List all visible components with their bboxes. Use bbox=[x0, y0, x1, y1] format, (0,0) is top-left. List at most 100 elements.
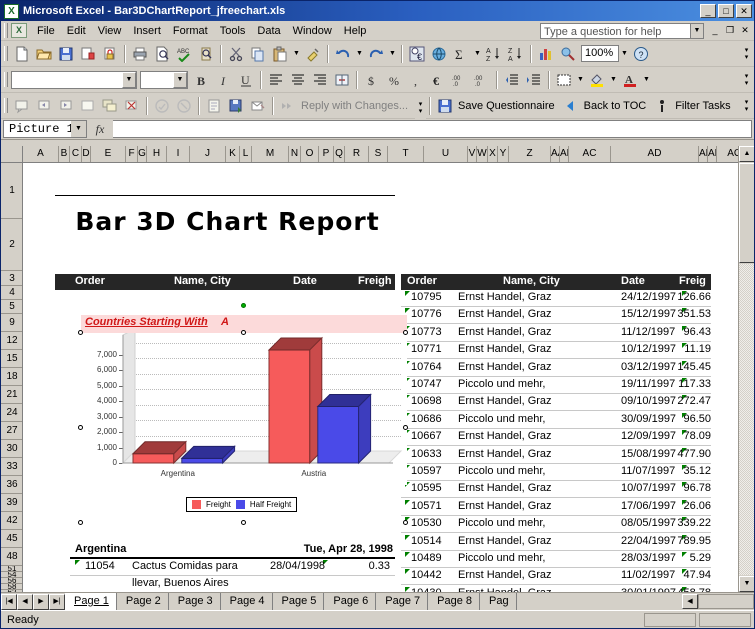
sheet-tab-page-6[interactable]: Page 6 bbox=[324, 593, 377, 610]
reply-with-changes-label[interactable]: Reply with Changes... bbox=[299, 95, 413, 117]
increase-decimal-icon[interactable]: .00.0 bbox=[449, 69, 471, 91]
toolbar-overflow-button[interactable]: ▾ ▾ bbox=[741, 43, 752, 65]
column-header-l[interactable]: L bbox=[240, 146, 252, 162]
accept-change-icon[interactable] bbox=[151, 95, 173, 117]
menu-edit[interactable]: Edit bbox=[61, 23, 92, 39]
toolbar-grip[interactable] bbox=[4, 72, 8, 87]
column-header-r[interactable]: R bbox=[345, 146, 369, 162]
fill-color-chevron-icon[interactable]: ▼ bbox=[608, 69, 619, 91]
font-name-combo[interactable]: ▼ bbox=[11, 70, 137, 89]
menu-help[interactable]: Help bbox=[338, 23, 373, 39]
first-sheet-button[interactable]: |◀ bbox=[1, 593, 17, 610]
paste-options-chevron-icon[interactable]: ▼ bbox=[291, 43, 302, 65]
horizontal-scrollbar[interactable]: ◀ bbox=[682, 594, 754, 609]
menu-view[interactable]: View bbox=[92, 23, 128, 39]
menu-insert[interactable]: Insert bbox=[127, 23, 167, 39]
vertical-scroll-track[interactable] bbox=[739, 264, 754, 575]
currency-icon[interactable]: $ bbox=[361, 69, 383, 91]
row-header-4[interactable]: 4 bbox=[1, 286, 22, 300]
euro-icon[interactable]: € bbox=[427, 69, 449, 91]
row-header-1[interactable]: 1 bbox=[1, 163, 22, 219]
redo-chevron-icon[interactable]: ▼ bbox=[387, 43, 398, 65]
table-row[interactable]: 10776 Ernst Handel, Graz 15/12/1997 351.53 bbox=[401, 307, 711, 325]
row-header-36[interactable]: 36 bbox=[1, 476, 22, 494]
redo-icon[interactable] bbox=[365, 43, 387, 65]
sort-ascending-icon[interactable]: AZ bbox=[483, 43, 505, 65]
sheet-tab-pag[interactable]: Pag bbox=[480, 593, 517, 610]
column-header-ad[interactable]: AD bbox=[611, 146, 699, 162]
previous-comment-icon[interactable] bbox=[33, 95, 55, 117]
column-header-g[interactable]: G bbox=[138, 146, 147, 162]
error-indicator-icon[interactable] bbox=[75, 560, 80, 565]
table-row[interactable]: 10747 Piccolo und mehr, 19/11/1997 117.33 bbox=[401, 377, 711, 394]
decrease-decimal-icon[interactable]: .00.0 bbox=[471, 69, 493, 91]
table-row[interactable]: 10442 Ernst Handel, Graz 11/02/1997 47.94 bbox=[401, 568, 711, 586]
mdi-close-button[interactable]: ✕ bbox=[738, 24, 752, 38]
column-header-x[interactable]: X bbox=[488, 146, 498, 162]
align-left-icon[interactable] bbox=[265, 69, 287, 91]
column-header-j[interactable]: J bbox=[190, 146, 226, 162]
permission-icon[interactable] bbox=[99, 43, 121, 65]
column-header-aa[interactable]: AA bbox=[551, 146, 560, 162]
filter-tasks-icon[interactable] bbox=[651, 95, 673, 117]
column-header-v[interactable]: V bbox=[468, 146, 477, 162]
underline-icon[interactable]: U bbox=[235, 69, 257, 91]
table-row[interactable]: 10698 Ernst Handel, Graz 09/10/1997 272.47 bbox=[401, 394, 711, 412]
ask-a-question-input[interactable]: Type a question for help bbox=[540, 22, 690, 39]
percent-icon[interactable]: % bbox=[383, 69, 405, 91]
cut-icon[interactable] bbox=[225, 43, 247, 65]
resize-handle-s[interactable] bbox=[241, 520, 246, 525]
back-to-toc-label[interactable]: Back to TOC bbox=[582, 95, 652, 117]
chevron-down-icon[interactable]: ▼ bbox=[173, 71, 187, 88]
scroll-up-button[interactable]: ▲ bbox=[739, 146, 754, 162]
save-questionnaire-icon[interactable] bbox=[434, 95, 456, 117]
menu-tools[interactable]: Tools bbox=[214, 23, 252, 39]
drawing-icon[interactable] bbox=[557, 43, 579, 65]
error-indicator-icon[interactable] bbox=[405, 569, 410, 575]
custom-toolbar-overflow-button[interactable]: ▾ ▾ bbox=[741, 95, 752, 117]
column-header-t[interactable]: T bbox=[388, 146, 424, 162]
sheet-tab-page-2[interactable]: Page 2 bbox=[116, 593, 169, 610]
font-color-icon[interactable]: A bbox=[619, 69, 641, 91]
mdi-restore-button[interactable]: ❐ bbox=[723, 24, 737, 38]
toolbar-overflow-button[interactable]: ▾ ▾ bbox=[741, 69, 752, 91]
decrease-indent-icon[interactable] bbox=[501, 69, 523, 91]
new-icon[interactable] bbox=[11, 43, 33, 65]
undo-icon[interactable] bbox=[332, 43, 354, 65]
resize-handle-w[interactable] bbox=[78, 425, 83, 430]
font-size-combo[interactable]: ▼ bbox=[140, 70, 188, 89]
row-header-15[interactable]: 15 bbox=[1, 350, 22, 368]
borders-icon[interactable] bbox=[553, 69, 575, 91]
column-header-o[interactable]: O bbox=[301, 146, 319, 162]
help-icon[interactable]: ? bbox=[630, 43, 652, 65]
next-sheet-button[interactable]: ▶ bbox=[33, 593, 49, 610]
row-header-3[interactable]: 3 bbox=[1, 271, 22, 286]
table-row[interactable]: 10595 Ernst Handel, Graz 10/07/1997 96.78 bbox=[401, 481, 711, 499]
column-header-s[interactable]: S bbox=[369, 146, 388, 162]
vertical-scrollbar[interactable]: ▲ ▼ bbox=[738, 146, 754, 592]
update-file-icon[interactable] bbox=[225, 95, 247, 117]
bar-3d-chart[interactable]: Countries Starting With A 0 1,000 2,000 3,0… bbox=[78, 303, 408, 539]
autosum-chevron-icon[interactable]: ▼ bbox=[472, 43, 483, 65]
copy-icon[interactable] bbox=[247, 43, 269, 65]
euro-convert-icon[interactable]: € bbox=[406, 43, 428, 65]
resize-handle-e[interactable] bbox=[403, 425, 408, 430]
menu-format[interactable]: Format bbox=[167, 23, 214, 39]
last-sheet-button[interactable]: ▶| bbox=[49, 593, 65, 610]
column-header-y[interactable]: Y bbox=[498, 146, 509, 162]
font-color-chevron-icon[interactable]: ▼ bbox=[641, 69, 652, 91]
print-preview-icon[interactable] bbox=[151, 43, 173, 65]
sort-descending-icon[interactable]: ZA bbox=[505, 43, 527, 65]
save-questionnaire-label[interactable]: Save Questionnaire bbox=[456, 95, 560, 117]
zoom-input[interactable]: 100% bbox=[581, 45, 619, 62]
vertical-scroll-thumb[interactable] bbox=[739, 163, 754, 263]
column-header-p[interactable]: P bbox=[319, 146, 334, 162]
toolbar-grip[interactable] bbox=[4, 46, 8, 61]
sheet-tab-page-7[interactable]: Page 7 bbox=[376, 593, 429, 610]
sheet-tab-page-3[interactable]: Page 3 bbox=[168, 593, 221, 610]
formula-input[interactable] bbox=[113, 120, 752, 138]
column-header-m[interactable]: M bbox=[252, 146, 289, 162]
research-icon[interactable] bbox=[195, 43, 217, 65]
comma-style-icon[interactable]: , bbox=[405, 69, 427, 91]
column-header-q[interactable]: Q bbox=[334, 146, 345, 162]
